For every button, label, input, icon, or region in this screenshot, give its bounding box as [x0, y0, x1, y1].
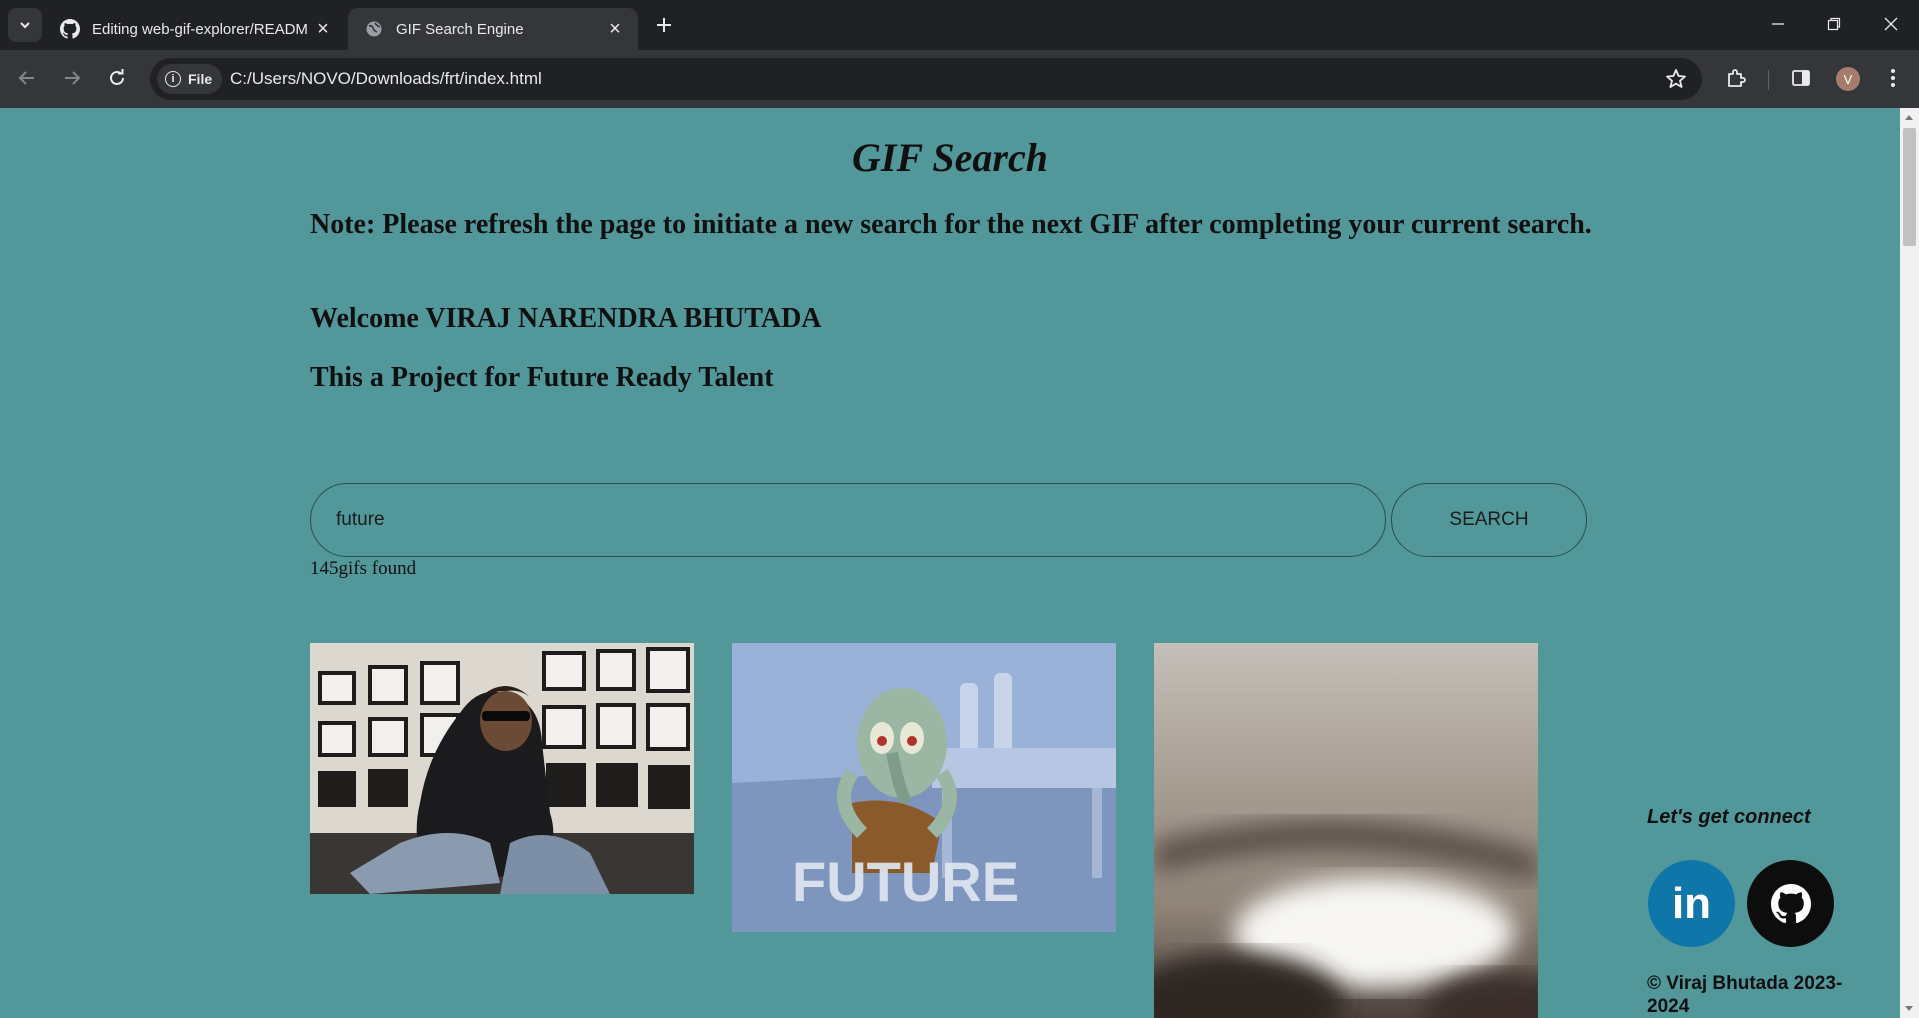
toolbar-divider [1768, 70, 1769, 90]
gif-caption: FUTURE [792, 850, 1019, 913]
reload-button[interactable] [101, 62, 133, 94]
profile-avatar[interactable]: V [1836, 67, 1860, 91]
browser-toolbar: i File C:/Users/NOVO/Downloads/frt/index… [0, 50, 1919, 108]
tab-gif-search-engine[interactable]: GIF Search Engine × [348, 8, 638, 50]
page-viewport: GIF Search Note: Please refresh the page… [0, 108, 1900, 1018]
copyright-text: © Viraj Bhutada 2023-2024 [1647, 973, 1843, 1017]
github-icon [60, 19, 80, 39]
arrow-right-icon [65, 71, 81, 85]
reload-icon [110, 69, 124, 85]
minimize-button[interactable] [1750, 0, 1806, 48]
scroll-up-icon[interactable] [1905, 115, 1913, 120]
gif-image-blurry [1154, 643, 1538, 1018]
refresh-note: Note: Please refresh the page to initiat… [310, 209, 1592, 240]
gif-result-1[interactable] [310, 643, 694, 894]
close-icon[interactable]: × [604, 18, 626, 40]
linkedin-icon: in [1671, 878, 1712, 928]
gif-image-man-sitting [310, 643, 694, 894]
gif-result-2[interactable]: FUTURE [732, 643, 1116, 932]
page-title: GIF Search [852, 135, 1048, 180]
site-info-chip[interactable]: i File [157, 64, 223, 94]
chevron-down-icon [20, 22, 30, 29]
browser-menu-button[interactable] [1880, 65, 1906, 91]
tab-search-button[interactable] [8, 8, 42, 42]
arrow-left-icon [18, 71, 34, 85]
close-icon [1884, 17, 1898, 31]
linkedin-link[interactable]: in [1648, 860, 1735, 947]
tab-title: Editing web-gif-explorer/READM [92, 20, 308, 38]
github-icon [1770, 883, 1811, 923]
page-scrollbar[interactable] [1900, 108, 1919, 1018]
github-link[interactable] [1747, 860, 1834, 947]
plus-icon [657, 18, 671, 32]
gif-result-3[interactable] [1154, 643, 1538, 1018]
back-button[interactable] [11, 62, 43, 94]
result-count: 145gifs found [310, 558, 417, 579]
minimize-icon [1772, 23, 1784, 25]
tab-editing-readme[interactable]: Editing web-gif-explorer/READM × [44, 8, 346, 50]
side-panel-button[interactable] [1788, 65, 1814, 91]
bookmark-star-icon[interactable] [1664, 67, 1688, 91]
info-icon: i [165, 71, 181, 87]
scrollbar-thumb[interactable] [1903, 128, 1916, 246]
new-tab-button[interactable] [650, 11, 678, 39]
close-icon[interactable]: × [312, 18, 334, 40]
connect-heading: Let's get connect [1647, 806, 1811, 828]
globe-icon [364, 19, 384, 39]
welcome-message: Welcome VIRAJ NARENDRA BHUTADA [310, 303, 822, 334]
forward-button[interactable] [56, 62, 88, 94]
search-button[interactable]: SEARCH [1391, 483, 1587, 557]
project-description: This a Project for Future Ready Talent [310, 362, 774, 393]
scroll-down-icon[interactable] [1905, 1006, 1913, 1011]
address-bar[interactable]: i File C:/Users/NOVO/Downloads/frt/index… [150, 58, 1702, 100]
puzzle-icon [1728, 69, 1746, 87]
tab-strip: Editing web-gif-explorer/READM × GIF Sea… [0, 0, 1919, 50]
site-info-label: File [188, 71, 213, 87]
gif-image-squidward: FUTURE [732, 643, 1116, 932]
close-window-button[interactable] [1863, 0, 1919, 48]
extensions-button[interactable] [1723, 65, 1749, 91]
search-input[interactable] [310, 483, 1386, 557]
tab-title: GIF Search Engine [396, 20, 524, 38]
side-panel-icon [1792, 70, 1810, 86]
restore-icon [1827, 17, 1841, 31]
restore-button[interactable] [1806, 0, 1862, 48]
url-text[interactable]: C:/Users/NOVO/Downloads/frt/index.html [230, 69, 542, 89]
kebab-menu-icon [1891, 69, 1895, 87]
